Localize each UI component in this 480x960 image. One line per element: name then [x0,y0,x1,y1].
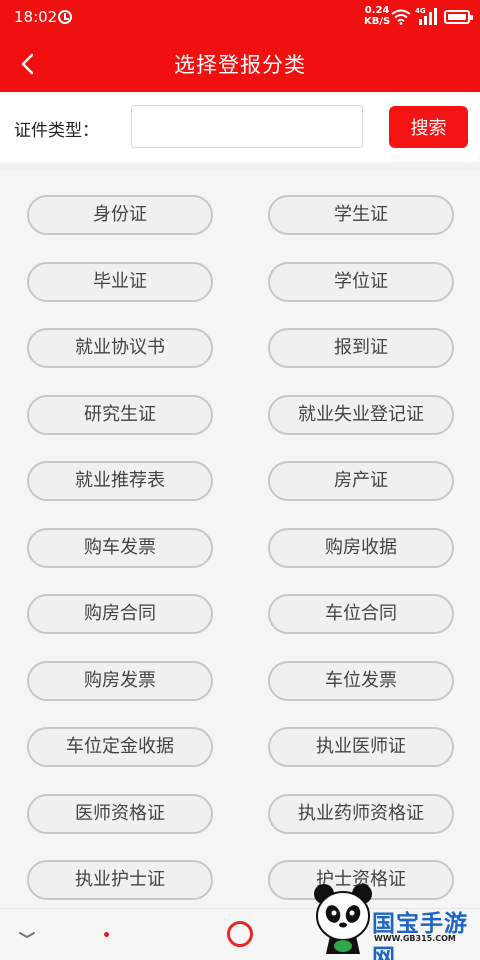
search-button[interactable]: 搜索 [389,106,468,148]
battery-icon [444,10,473,24]
status-time: 18:02 [14,8,58,26]
category-button[interactable]: 执业药师资格证 [268,793,454,834]
network-speed: 0.24 KB/S [364,5,390,27]
category-button[interactable]: 就业协议书 [27,328,213,368]
category-button[interactable]: 身份证 [27,195,213,235]
category-button[interactable]: 就业推荐表 [27,461,213,501]
dot-icon[interactable] [101,929,111,939]
category-button[interactable]: 执业医师证 [268,727,454,767]
watermark-text: 国宝手游网 [372,911,468,960]
certificate-type-input[interactable] [131,105,363,148]
alarm-icon [58,10,72,24]
status-bar: 18:02 0.24 KB/S 4G [0,0,480,34]
network-speed-value: 0.24 [364,5,390,16]
category-button[interactable]: 就业失业登记证 [268,394,454,435]
page-title: 选择登报分类 [174,53,306,77]
category-button[interactable]: 购车发票 [27,527,213,568]
category-button[interactable]: 医师资格证 [27,793,213,834]
circle-home-icon[interactable] [227,921,253,947]
certificate-type-label: 证件类型： [14,121,99,141]
category-grid: 身份证 学生证毕业证 学位证就业协议书 报到证研究生证 就业失业登记证就业推荐表 房产证购… [0,170,480,908]
network-speed-unit: KB/S [364,16,391,27]
category-button[interactable]: 研究生证 [27,394,213,435]
network-type-label: 4G [415,7,426,15]
category-button[interactable]: 购房收据 [268,527,454,568]
signal-icon: 4G [415,7,437,25]
category-button[interactable]: 车位定金收据 [27,727,213,767]
category-button[interactable]: 执业护士证 [27,860,213,900]
category-button[interactable]: 学位证 [268,261,454,302]
watermark-url: WWW.GB315.COM [374,934,456,943]
category-button[interactable]: 毕业证 [27,261,213,302]
panda-logo-icon [314,884,372,954]
category-button[interactable]: 购房合同 [27,594,213,634]
wifi-icon [391,9,411,25]
search-section: 证件类型： 搜索 [0,92,480,162]
category-button[interactable]: 房产证 [268,461,454,501]
category-button[interactable]: 报到证 [268,328,454,368]
category-button[interactable]: 车位发票 [268,660,454,701]
title-bar: 选择登报分类 [0,34,480,92]
category-button[interactable]: 车位合同 [268,594,454,634]
watermark: 国宝手游网 WWW.GB315.COM [310,880,480,960]
category-button[interactable]: 学生证 [268,195,454,235]
chevron-down-icon[interactable] [15,927,39,943]
category-button[interactable]: 购房发票 [27,660,213,701]
